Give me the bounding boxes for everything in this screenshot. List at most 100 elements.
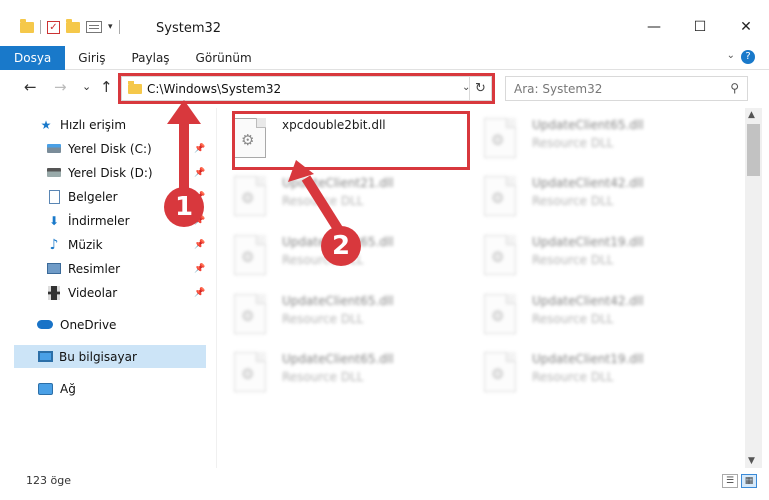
- customize-toolbar-dropdown-icon[interactable]: ▾: [108, 22, 113, 32]
- file-name: UpdateClient65.dll: [282, 294, 394, 308]
- file-item[interactable]: ⚙ UpdateClient65.dll Resource DLL: [220, 346, 460, 398]
- gear-icon: ⚙: [241, 131, 255, 149]
- sidebar-item-label: Müzik: [68, 237, 103, 252]
- sidebar-item-label: Yerel Disk (C:): [68, 141, 152, 156]
- dll-file-icon: ⚙: [484, 176, 516, 216]
- file-item[interactable]: ⚙ UpdateClient21.dll Resource DLL: [220, 170, 460, 222]
- file-name: UpdateClient19.dll: [532, 352, 644, 366]
- scroll-down-icon[interactable]: ▼: [748, 456, 755, 466]
- properties-icon[interactable]: [86, 21, 102, 33]
- dll-file-icon: ⚙: [234, 235, 266, 275]
- scroll-up-icon[interactable]: ▲: [748, 110, 755, 120]
- window-controls: — ☐ ✕: [631, 12, 769, 42]
- sidebar-item-pictures[interactable]: Resimler 📌: [0, 257, 206, 280]
- file-name: UpdateClient21.dll: [282, 176, 394, 190]
- address-bar[interactable]: C:\Windows\System32 ⌄ ↻: [121, 76, 492, 101]
- sidebar-item-label: Belgeler: [68, 189, 118, 204]
- file-item-xpcdouble2bit[interactable]: ⚙ xpcdouble2bit.dll: [220, 112, 460, 164]
- file-type: Resource DLL: [282, 312, 364, 326]
- sidebar-item-label: İndirmeler: [68, 213, 130, 228]
- status-bar: 123 öge ☰ ▦: [0, 470, 769, 500]
- sidebar-item-quick-access[interactable]: ★ Hızlı erişim: [0, 113, 206, 136]
- file-type: Resource DLL: [532, 253, 614, 267]
- large-icons-view-icon[interactable]: ▦: [741, 474, 757, 488]
- onedrive-icon: [37, 318, 53, 332]
- pin-icon[interactable]: 📌: [194, 240, 205, 250]
- search-input[interactable]: Ara: System32: [514, 82, 602, 96]
- sidebar-item-music[interactable]: ♪ Müzik 📌: [0, 233, 206, 256]
- pin-icon[interactable]: 📌: [194, 264, 205, 274]
- pin-icon[interactable]: 📌: [194, 144, 205, 154]
- sidebar-item-local-disk-d[interactable]: Yerel Disk (D:) 📌: [0, 161, 206, 184]
- step-callout-2: 2: [321, 226, 361, 266]
- tab-file[interactable]: Dosya: [0, 46, 66, 70]
- drive-d-icon: [46, 166, 62, 180]
- sidebar-item-this-pc[interactable]: Bu bilgisayar: [14, 345, 206, 368]
- forward-button[interactable]: →: [54, 78, 67, 96]
- refresh-button[interactable]: ↻: [469, 77, 491, 100]
- details-view-icon[interactable]: ☰: [722, 474, 738, 488]
- up-button[interactable]: ↑: [100, 78, 113, 96]
- dll-file-icon: ⚙: [484, 352, 516, 392]
- file-type: Resource DLL: [532, 312, 614, 326]
- expand-ribbon-icon[interactable]: ⌄: [727, 50, 735, 61]
- network-icon: [37, 382, 53, 396]
- pane-divider[interactable]: [216, 108, 217, 468]
- sidebar-item-label: Yerel Disk (D:): [68, 165, 153, 180]
- folder-icon[interactable]: [20, 18, 34, 33]
- address-path[interactable]: C:\Windows\System32: [147, 82, 281, 96]
- recent-locations-button[interactable]: ⌄: [82, 80, 91, 93]
- file-item[interactable]: ⚙ UpdateClient42.dll Resource DLL: [470, 170, 710, 222]
- sidebar-item-onedrive[interactable]: OneDrive: [0, 313, 206, 336]
- maximize-button[interactable]: ☐: [677, 12, 723, 42]
- sidebar-item-network[interactable]: Ağ: [0, 377, 206, 400]
- back-button[interactable]: ←: [24, 78, 37, 96]
- toolbar-separator: [40, 20, 41, 34]
- dll-file-icon: ⚙: [234, 118, 266, 158]
- file-name: xpcdouble2bit.dll: [282, 118, 386, 132]
- pin-icon[interactable]: 📌: [194, 288, 205, 298]
- music-icon: ♪: [49, 236, 59, 253]
- file-name: UpdateClient19.dll: [532, 235, 644, 249]
- gear-icon: ⚙: [491, 307, 505, 325]
- sidebar-item-local-disk-c[interactable]: Yerel Disk (C:) 📌: [0, 137, 206, 160]
- gear-icon: ⚙: [241, 189, 255, 207]
- ribbon-tabs: Dosya Giriş Paylaş Görünüm ⌄ ?: [0, 46, 769, 70]
- tab-share[interactable]: Paylaş: [118, 46, 182, 70]
- toolbar-separator: [118, 20, 120, 34]
- downloads-icon: ⬇: [48, 213, 60, 228]
- dll-file-icon: ⚙: [484, 235, 516, 275]
- new-folder-icon[interactable]: [66, 18, 80, 33]
- file-name: UpdateClient42.dll: [532, 176, 644, 190]
- search-box[interactable]: Ara: System32 ⚲: [505, 76, 748, 101]
- sidebar-item-videos[interactable]: Videolar 📌: [0, 281, 206, 304]
- gear-icon: ⚙: [491, 365, 505, 383]
- file-item[interactable]: ⚙ UpdateClient65.dll Resource DLL: [220, 288, 460, 340]
- file-item[interactable]: ⚙ UpdateClient42.dll Resource DLL: [470, 288, 710, 340]
- sidebar-item-label: Hızlı erişim: [60, 117, 127, 132]
- minimize-button[interactable]: —: [631, 12, 677, 42]
- gear-icon: ⚙: [241, 307, 255, 325]
- scroll-thumb[interactable]: [747, 124, 760, 176]
- properties-check-icon[interactable]: ✓: [47, 20, 60, 34]
- sidebar-item-label: Ağ: [60, 381, 76, 396]
- tab-home[interactable]: Giriş: [65, 46, 118, 70]
- search-icon[interactable]: ⚲: [730, 81, 739, 95]
- navigation-pane: ★ Hızlı erişim Yerel Disk (C:) 📌 Yerel D…: [0, 108, 210, 468]
- file-item[interactable]: ⚙ UpdateClient19.dll Resource DLL: [470, 229, 710, 281]
- file-list: ⚙ xpcdouble2bit.dll ⚙ UpdateClient65.dll…: [220, 108, 742, 468]
- file-item[interactable]: ⚙ UpdateClient65.dll Resource DLL: [470, 112, 710, 164]
- file-item[interactable]: ⚙ UpdateClient19.dll Resource DLL: [470, 346, 710, 398]
- dll-file-icon: ⚙: [234, 176, 266, 216]
- file-type: Resource DLL: [532, 370, 614, 384]
- sidebar-item-label: OneDrive: [60, 317, 117, 332]
- close-button[interactable]: ✕: [723, 12, 769, 42]
- tab-view[interactable]: Görünüm: [183, 46, 265, 70]
- gear-icon: ⚙: [491, 131, 505, 149]
- gear-icon: ⚙: [241, 248, 255, 266]
- sidebar-item-label: Bu bilgisayar: [59, 349, 137, 364]
- pin-icon[interactable]: 📌: [194, 168, 205, 178]
- gear-icon: ⚙: [491, 189, 505, 207]
- help-icon[interactable]: ?: [741, 50, 755, 64]
- vertical-scrollbar[interactable]: ▲ ▼: [745, 108, 762, 468]
